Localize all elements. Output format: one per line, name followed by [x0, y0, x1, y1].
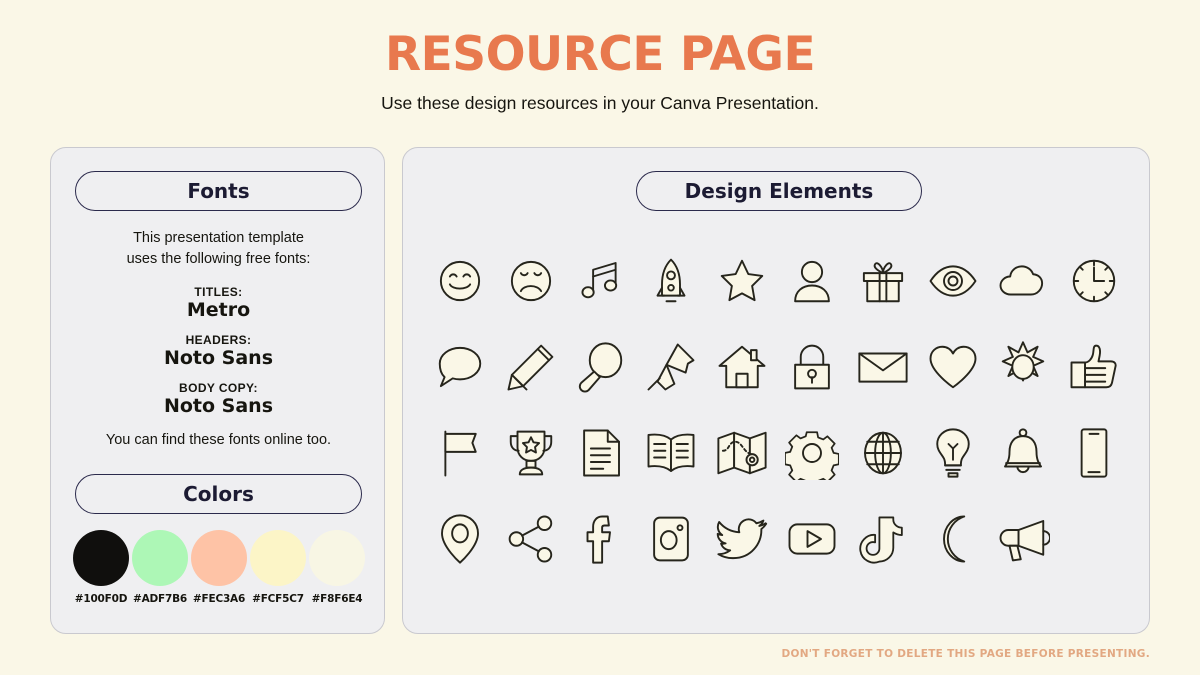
color-swatch[interactable]: #100F0D	[73, 530, 129, 605]
speech-bubble-icon[interactable]	[431, 338, 489, 396]
map-icon[interactable]	[713, 424, 771, 482]
fonts-and-colors-panel: Fonts This presentation template uses th…	[50, 147, 385, 634]
font-group-titles-value: Metro	[186, 299, 251, 321]
color-hex-label: #100F0D	[74, 593, 128, 605]
clock-icon[interactable]	[1065, 252, 1123, 310]
design-elements-panel: Design Elements	[402, 147, 1150, 634]
colors-pill-label: Colors	[183, 482, 254, 506]
page-title: RESOURCE PAGE	[384, 27, 816, 82]
eye-icon[interactable]	[924, 252, 982, 310]
fonts-section-pill[interactable]: Fonts	[75, 171, 362, 211]
thumbs-up-icon[interactable]	[1065, 338, 1123, 396]
resource-page: RESOURCE PAGE Use these design resources…	[0, 0, 1200, 675]
sun-icon[interactable]	[994, 338, 1052, 396]
heart-icon[interactable]	[924, 338, 982, 396]
fonts-pill-label: Fonts	[187, 179, 250, 203]
trophy-icon[interactable]	[502, 424, 560, 482]
font-group-titles-label: TITLES:	[194, 285, 243, 299]
book-icon[interactable]	[642, 424, 700, 482]
pencil-icon[interactable]	[502, 338, 560, 396]
twitter-icon[interactable]	[713, 510, 771, 568]
font-group-headers-value: Noto Sans	[163, 347, 274, 369]
color-dot	[132, 530, 188, 586]
star-icon[interactable]	[713, 252, 771, 310]
delete-page-note: DON'T FORGET TO DELETE THIS PAGE BEFORE …	[781, 648, 1150, 660]
color-hex-label: #ADF7B6	[132, 593, 188, 605]
color-swatch-list: #100F0D #ADF7B6 #FEC3A6 #FCF5C7 #F8F6E4	[73, 530, 365, 605]
font-group-headers-label: HEADERS:	[185, 333, 252, 347]
colors-section-pill[interactable]: Colors	[75, 474, 362, 514]
instagram-icon[interactable]	[642, 510, 700, 568]
music-note-icon[interactable]	[572, 252, 630, 310]
location-pin-icon[interactable]	[431, 510, 489, 568]
magnifying-glass-icon[interactable]	[572, 338, 630, 396]
document-icon[interactable]	[572, 424, 630, 482]
sad-face-icon[interactable]	[502, 252, 560, 310]
page-subtitle: Use these design resources in your Canva…	[381, 93, 819, 113]
color-dot	[309, 530, 365, 586]
rocket-icon[interactable]	[642, 252, 700, 310]
design-elements-pill[interactable]: Design Elements	[636, 171, 922, 211]
font-group-titles: TITLES: Metro	[51, 285, 386, 321]
fonts-intro: This presentation template uses the foll…	[51, 228, 386, 269]
font-group-headers: HEADERS: Noto Sans	[51, 333, 386, 369]
gear-icon[interactable]	[783, 424, 841, 482]
bell-icon[interactable]	[994, 424, 1052, 482]
megaphone-icon[interactable]	[994, 510, 1052, 568]
phone-icon[interactable]	[1065, 424, 1123, 482]
facebook-icon[interactable]	[572, 510, 630, 568]
lock-icon[interactable]	[783, 338, 841, 396]
fonts-intro-line2: uses the following free fonts:	[126, 250, 311, 267]
color-swatch[interactable]: #ADF7B6	[132, 530, 188, 605]
moon-icon[interactable]	[924, 510, 982, 568]
lightbulb-icon[interactable]	[924, 424, 982, 482]
color-swatch[interactable]: #FEC3A6	[191, 530, 247, 605]
cloud-icon[interactable]	[994, 252, 1052, 310]
envelope-icon[interactable]	[854, 338, 912, 396]
color-dot	[250, 530, 306, 586]
share-icon[interactable]	[502, 510, 560, 568]
pushpin-icon[interactable]	[642, 338, 700, 396]
color-hex-label: #FEC3A6	[192, 593, 246, 605]
color-dot	[73, 530, 129, 586]
smiley-face-icon[interactable]	[431, 252, 489, 310]
font-group-body-value: Noto Sans	[163, 395, 274, 417]
youtube-icon[interactable]	[783, 510, 841, 568]
color-swatch[interactable]: #FCF5C7	[250, 530, 306, 605]
icon-grid	[425, 238, 1129, 582]
tiktok-icon[interactable]	[854, 510, 912, 568]
globe-icon[interactable]	[854, 424, 912, 482]
color-hex-label: #FCF5C7	[252, 593, 304, 605]
design-pill-label: Design Elements	[684, 179, 874, 203]
person-icon[interactable]	[783, 252, 841, 310]
color-swatch[interactable]: #F8F6E4	[309, 530, 365, 605]
font-group-body-label: BODY COPY:	[179, 381, 258, 395]
color-hex-label: #F8F6E4	[311, 593, 363, 605]
color-dot	[191, 530, 247, 586]
house-icon[interactable]	[713, 338, 771, 396]
fonts-intro-line1: This presentation template	[133, 230, 304, 246]
fonts-online-note: You can find these fonts online too.	[105, 432, 332, 448]
flag-icon[interactable]	[431, 424, 489, 482]
font-group-body: BODY COPY: Noto Sans	[51, 381, 386, 417]
gift-icon[interactable]	[854, 252, 912, 310]
